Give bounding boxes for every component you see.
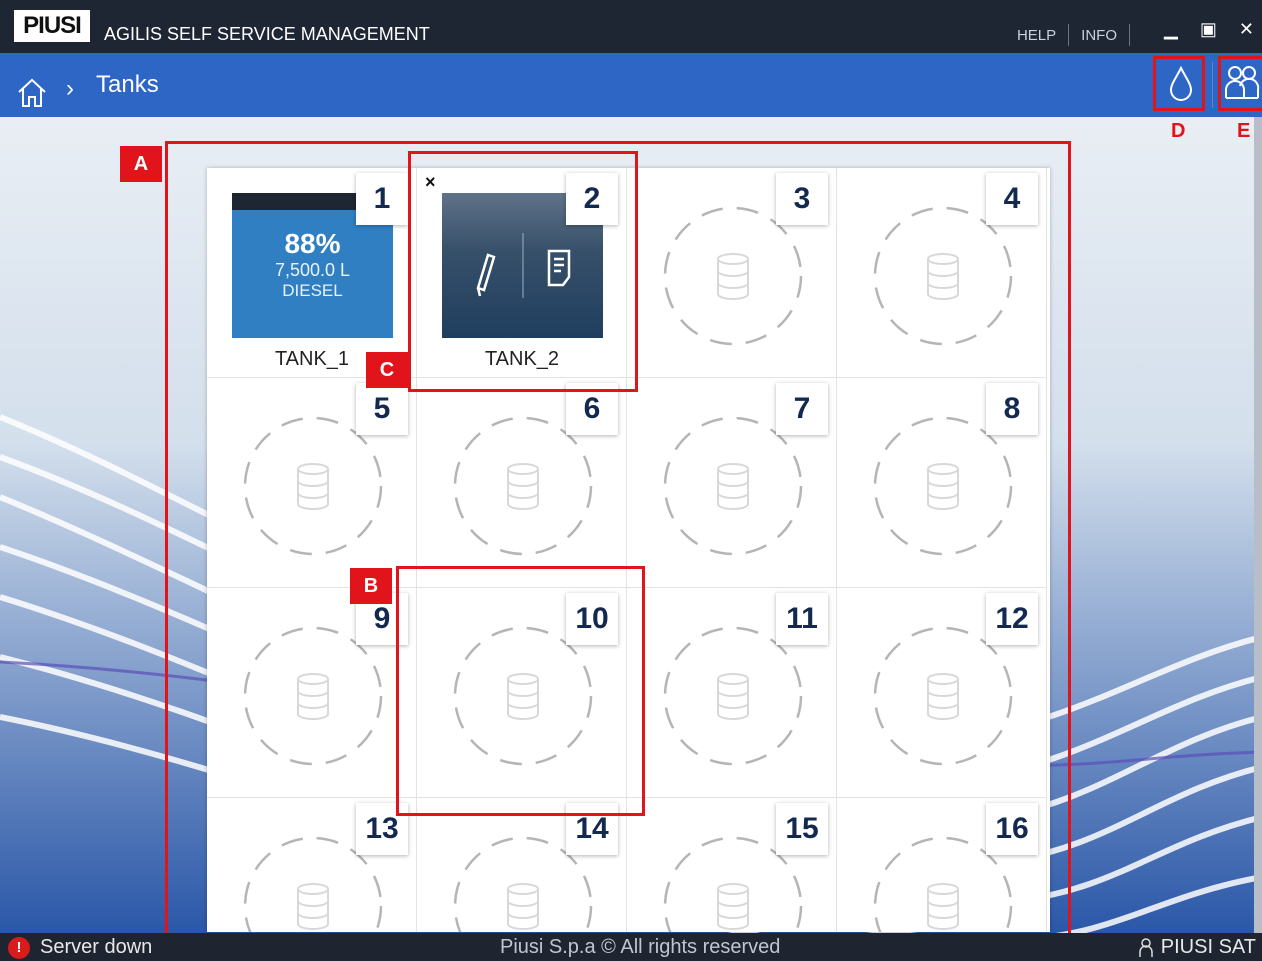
window-controls: ▁ ▣ ✕	[1164, 19, 1254, 40]
annotation-tag-a: A	[120, 146, 162, 182]
help-link[interactable]: HELP	[1017, 27, 1056, 44]
user-name: PIUSI SAT	[1160, 936, 1256, 958]
annotation-tag-d: D	[1171, 120, 1186, 142]
home-icon[interactable]	[16, 77, 48, 109]
breadcrumb-current: Tanks	[96, 71, 159, 98]
breadcrumb-separator: ›	[66, 75, 74, 102]
title-bar: PIUSI AGILIS SELF SERVICE MANAGEMENT HEL…	[0, 0, 1262, 53]
annotation-box-d	[1153, 56, 1205, 111]
piusi-logo: PIUSI	[14, 10, 90, 42]
app-title: AGILIS SELF SERVICE MANAGEMENT	[104, 24, 430, 44]
nav-divider	[1212, 62, 1213, 108]
annotation-box-b	[396, 566, 645, 816]
minimize-button[interactable]: ▁	[1164, 19, 1178, 40]
nav-bar: › Tanks	[0, 53, 1262, 117]
status-bar: ! Server down Piusi S.p.a © All rights r…	[0, 933, 1262, 961]
annotation-tag-b: B	[350, 568, 392, 604]
server-status: ! Server down	[8, 936, 152, 959]
annotation-box-c	[408, 151, 638, 392]
warning-icon: !	[8, 936, 30, 959]
status-message: Server down	[40, 936, 153, 958]
logo-text: PIUSI	[23, 12, 82, 39]
user-icon	[1139, 937, 1153, 957]
menu-divider	[1129, 24, 1130, 46]
info-link[interactable]: INFO	[1081, 27, 1117, 44]
menu-divider	[1068, 24, 1070, 46]
scrollbar[interactable]	[1254, 117, 1262, 933]
annotation-box-e	[1218, 56, 1262, 111]
annotation-tag-e: E	[1237, 120, 1251, 142]
annotation-tag-c: C	[366, 352, 408, 388]
close-window-button[interactable]: ✕	[1239, 19, 1254, 40]
copyright: Piusi S.p.a © All rights reserved	[500, 936, 781, 958]
maximize-button[interactable]: ▣	[1200, 19, 1217, 40]
current-user[interactable]: PIUSI SAT	[1139, 936, 1256, 959]
top-menu: HELP INFO	[1017, 24, 1130, 46]
